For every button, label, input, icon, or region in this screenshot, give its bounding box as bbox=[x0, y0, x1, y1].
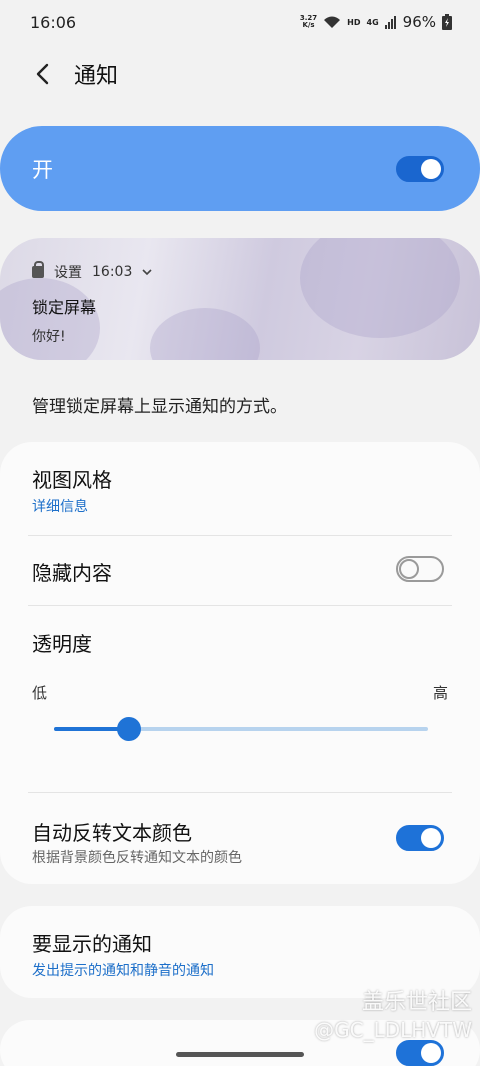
network-speed: 3.27 K/s bbox=[299, 14, 318, 29]
auto-invert-switch[interactable] bbox=[396, 825, 444, 851]
chevron-down-icon bbox=[142, 269, 152, 276]
lock-icon bbox=[32, 261, 44, 278]
preview-time: 16:03 bbox=[92, 264, 133, 280]
status-bar: 16:06 3.27 K/s HD 4G 96% bbox=[0, 0, 480, 44]
hide-content-title: 隐藏内容 bbox=[32, 561, 112, 585]
switch-knob bbox=[421, 158, 441, 179]
watermark-handle: @GC_LDLHVTW bbox=[314, 1018, 472, 1042]
status-time: 16:06 bbox=[30, 12, 77, 32]
back-arrow-icon bbox=[36, 63, 49, 85]
notifications-to-show-value: 发出提示的通知和静音的通知 bbox=[32, 963, 214, 979]
page-title: 通知 bbox=[74, 64, 119, 89]
view-style-row[interactable]: 视图风格 详细信息 bbox=[0, 442, 480, 534]
background-flower bbox=[0, 278, 100, 360]
background-flower bbox=[150, 308, 260, 360]
preview-app-name: 设置 bbox=[54, 265, 82, 281]
notifications-to-show-title: 要显示的通知 bbox=[32, 932, 152, 956]
transparency-slider[interactable] bbox=[54, 717, 428, 741]
master-switch-label: 开 bbox=[32, 157, 53, 182]
master-toggle-switch[interactable] bbox=[396, 155, 444, 182]
view-style-title: 视图风格 bbox=[32, 468, 112, 492]
home-indicator[interactable] bbox=[176, 1052, 304, 1057]
preview-header: 设置 16:03 bbox=[32, 261, 152, 282]
battery-charging-icon bbox=[442, 14, 452, 30]
auto-invert-subtitle: 根据背景颜色反转通知文本的颜色 bbox=[32, 850, 242, 866]
app-bar: 通知 bbox=[0, 50, 480, 98]
hd-voice-icon: HD bbox=[347, 17, 361, 27]
switch-knob bbox=[399, 559, 419, 579]
switch-knob bbox=[421, 828, 441, 848]
page-description: 管理锁定屏幕上显示通知的方式。 bbox=[32, 397, 287, 417]
background-flower bbox=[300, 238, 460, 338]
slider-low-label: 低 bbox=[32, 684, 48, 702]
master-switch-bar[interactable]: 开 bbox=[0, 126, 480, 211]
view-style-value: 详细信息 bbox=[32, 499, 88, 515]
preview-body: 你好! bbox=[32, 329, 66, 345]
slider-thumb[interactable] bbox=[116, 717, 141, 741]
battery-percent: 96% bbox=[402, 13, 436, 31]
preview-title: 锁定屏幕 bbox=[32, 298, 97, 317]
back-button[interactable] bbox=[28, 54, 56, 94]
slider-labels: 低 高 bbox=[32, 682, 448, 703]
transparency-title: 透明度 bbox=[32, 632, 92, 656]
switch-knob bbox=[421, 1043, 441, 1063]
wifi-icon bbox=[324, 16, 341, 28]
slider-high-label: 高 bbox=[432, 684, 448, 702]
status-icons: 3.27 K/s HD 4G 96% bbox=[300, 13, 452, 31]
hide-content-switch[interactable] bbox=[396, 556, 444, 582]
transparency-row: 透明度 低 高 bbox=[0, 606, 480, 792]
auto-invert-row[interactable]: 自动反转文本颜色 根据背景颜色反转通知文本的颜色 bbox=[0, 793, 480, 884]
settings-card: 视图风格 详细信息 隐藏内容 透明度 低 高 自动反转文本颜色 根据背景颜色反转… bbox=[0, 442, 480, 884]
auto-invert-title: 自动反转文本颜色 bbox=[32, 821, 192, 845]
notification-preview: 设置 16:03 锁定屏幕 你好! bbox=[0, 238, 480, 360]
watermark-text: 盖乐世社区 bbox=[361, 990, 472, 1015]
next-row-switch[interactable] bbox=[396, 1040, 444, 1066]
hide-content-row[interactable]: 隐藏内容 bbox=[0, 536, 480, 606]
signal-icon bbox=[384, 16, 396, 29]
network-type-icon: 4G bbox=[366, 17, 379, 27]
